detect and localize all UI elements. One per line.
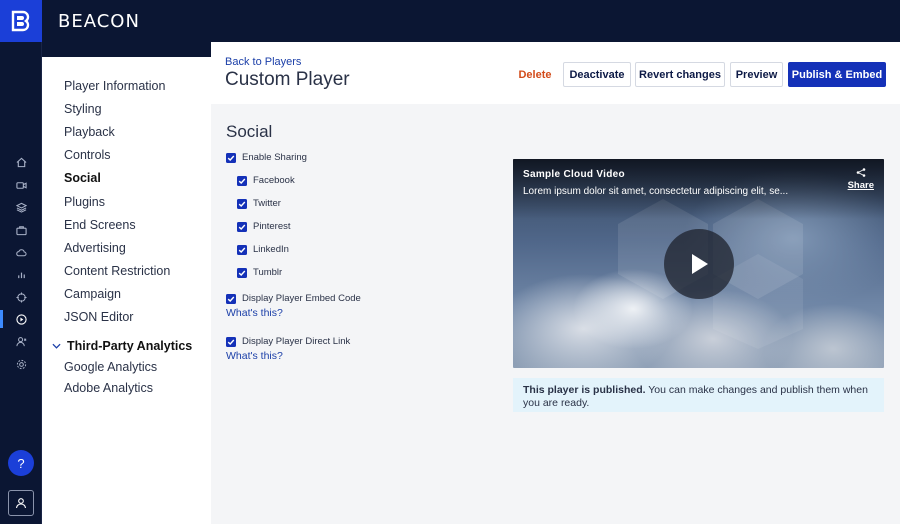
checkbox-checked-icon[interactable] [237,267,247,278]
nav-item-campaign[interactable]: Campaign [64,287,121,301]
linkedin-checkbox[interactable]: LinkedIn [237,244,289,255]
tumblr-checkbox[interactable]: Tumblr [237,267,282,278]
revert-changes-button[interactable]: Revert changes [635,62,725,87]
nav-item-social[interactable]: Social [64,171,101,185]
user-icon [15,498,27,509]
publish-embed-button[interactable]: Publish & Embed [788,62,886,87]
nav-item-playback[interactable]: Playback [64,125,115,139]
cloud-icon[interactable] [13,244,29,260]
video-player-preview[interactable]: Sample Cloud Video Lorem ipsum dolor sit… [513,159,884,368]
target-icon[interactable] [13,289,29,305]
display-direct-link-checkbox[interactable]: Display Player Direct Link [226,336,350,347]
beacon-logo-icon[interactable] [0,0,42,42]
nav-item-end-screens[interactable]: End Screens [64,218,136,232]
nav-item-player-information[interactable]: Player Information [64,79,165,93]
page-header: Back to Players Custom Player Delete Dea… [211,42,900,104]
home-icon[interactable] [13,154,29,170]
nav-item-plugins[interactable]: Plugins [64,195,105,209]
section-title: Social [226,122,273,141]
video-title: Sample Cloud Video [523,169,625,180]
deactivate-button[interactable]: Deactivate [563,62,631,87]
layers-icon[interactable] [13,199,29,215]
nav-item-styling[interactable]: Styling [64,102,102,116]
nav-item-controls[interactable]: Controls [64,148,111,162]
play-circle-icon[interactable] [13,311,29,327]
checkbox-checked-icon[interactable] [226,152,236,163]
preview-button[interactable]: Preview [730,62,783,87]
video-description: Lorem ipsum dolor sit amet, consectetur … [523,186,789,197]
player-settings-nav: Player Information Styling Playback Cont… [42,57,211,524]
checkbox-checked-icon[interactable] [226,293,236,304]
briefcase-icon[interactable] [13,222,29,238]
checkbox-label: Twitter [253,198,281,209]
share-label: Share [847,180,874,191]
help-button[interactable]: ? [8,450,34,476]
settings-icon[interactable] [13,356,29,372]
enable-sharing-checkbox[interactable]: Enable Sharing [226,152,307,163]
checkbox-checked-icon[interactable] [237,244,247,255]
chart-icon[interactable] [13,266,29,282]
nav-group-label: Third-Party Analytics [67,339,193,353]
published-notice: This player is published. You can make c… [513,378,884,412]
nav-item-content-restriction[interactable]: Content Restriction [64,264,170,278]
share-button[interactable]: Share [848,168,874,191]
video-icon[interactable] [13,177,29,193]
user-manage-icon[interactable] [13,333,29,349]
facebook-checkbox[interactable]: Facebook [237,175,295,186]
checkbox-label: Display Player Direct Link [242,336,351,347]
checkbox-label: Pinterest [253,221,291,232]
nav-group-third-party-analytics[interactable]: Third-Party Analytics [52,339,192,353]
chevron-down-icon [52,343,61,349]
checkbox-checked-icon[interactable] [237,198,247,209]
checkbox-label: Display Player Embed Code [242,293,361,304]
nav-item-google-analytics[interactable]: Google Analytics [64,360,157,374]
play-button[interactable] [664,229,734,299]
main-panel: Back to Players Custom Player Delete Dea… [211,42,900,524]
twitter-checkbox[interactable]: Twitter [237,198,281,209]
checkbox-label: Tumblr [253,267,283,278]
checkbox-checked-icon[interactable] [237,175,247,186]
checkbox-label: LinkedIn [253,244,289,255]
notice-bold-text: This player is published. [523,384,646,396]
rail-active-indicator [0,310,3,328]
direct-link-help-link[interactable]: What's this? [226,350,283,362]
top-bar: BEACON [0,0,900,42]
user-account-button[interactable] [8,490,34,516]
embed-code-help-link[interactable]: What's this? [226,307,283,319]
checkbox-checked-icon[interactable] [237,221,247,232]
display-embed-code-checkbox[interactable]: Display Player Embed Code [226,293,361,304]
checkbox-label: Enable Sharing [242,152,307,163]
nav-item-advertising[interactable]: Advertising [64,241,126,255]
pinterest-checkbox[interactable]: Pinterest [237,221,291,232]
icon-rail: ? [0,42,42,524]
app-name: BEACON [58,11,140,32]
share-icon [856,168,866,177]
nav-item-adobe-analytics[interactable]: Adobe Analytics [64,381,153,395]
checkbox-label: Facebook [253,175,295,186]
back-to-players-link[interactable]: Back to Players [225,56,301,68]
play-icon [692,254,708,274]
delete-button[interactable]: Delete [511,62,559,87]
nav-item-json-editor[interactable]: JSON Editor [64,310,133,324]
checkbox-checked-icon[interactable] [226,336,236,347]
page-title: Custom Player [225,69,350,90]
